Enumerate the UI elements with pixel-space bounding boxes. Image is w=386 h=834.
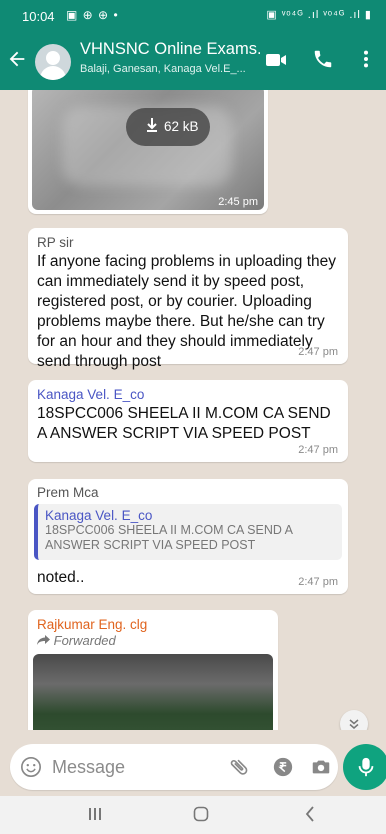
message-bubble[interactable]: Kanaga Vel. E_co 18SPCC006 SHEELA II M.C… [28, 380, 348, 462]
quoted-sender: Kanaga Vel. E_co [45, 508, 153, 523]
forwarded-text: Forwarded [53, 633, 116, 648]
forwarded-image-message[interactable]: Rajkumar Eng. clg Forwarded [28, 610, 278, 730]
reply-message-bubble[interactable]: Prem Mca Kanaga Vel. E_co 18SPCC006 SHEE… [28, 479, 348, 594]
chat-messages[interactable]: 62 kB 2:45 pm RP sir If anyone facing pr… [0, 90, 386, 730]
double-chevron-down-icon[interactable] [340, 710, 368, 730]
emoji-icon[interactable] [20, 756, 42, 778]
notification-icons: ▣ ⊕ ⊕ • [66, 8, 119, 22]
quoted-message[interactable]: Kanaga Vel. E_co 18SPCC006 SHEELA II M.C… [34, 504, 342, 560]
message-time: 2:45 pm [218, 196, 258, 208]
more-vert-icon[interactable] [362, 48, 376, 72]
message-time: 2:47 pm [298, 576, 338, 588]
phone-call-icon[interactable] [312, 48, 338, 72]
message-time: 2:47 pm [298, 346, 338, 358]
message-sender[interactable]: RP sir [37, 235, 339, 250]
message-text: 18SPCC006 SHEELA II M.COM CA SEND A ANSW… [37, 405, 331, 442]
back-nav-icon[interactable] [300, 804, 330, 826]
download-arrow-icon [146, 118, 158, 136]
forwarded-label: Forwarded [37, 633, 269, 648]
chat-header: VHNSNC Online Exams... Balaji, Ganesan, … [0, 32, 386, 90]
chat-title[interactable]: VHNSNC Online Exams... [80, 40, 260, 59]
message-sender[interactable]: Prem Mca [37, 485, 342, 500]
forward-arrow-icon [37, 633, 54, 648]
system-nav-bar [0, 796, 386, 834]
message-composer [10, 744, 338, 790]
message-time: 2:47 pm [298, 444, 338, 456]
message-text: If anyone facing problems in uploading t… [37, 253, 337, 370]
download-button[interactable]: 62 kB [126, 108, 210, 146]
status-bar: 10:04 ▣ ⊕ ⊕ • ▣ ᵛᵒ⁴ᴳ .ıl ᵛᵒ⁴ᴳ .ıl ▮ [0, 0, 386, 32]
message-input[interactable] [52, 754, 202, 780]
quoted-text: 18SPCC006 SHEELA II M.COM CA SEND A ANSW… [45, 523, 293, 552]
message-text: noted.. [37, 569, 85, 586]
download-size: 62 kB [164, 119, 199, 134]
rupee-payment-icon[interactable] [272, 756, 294, 778]
image-message[interactable]: 62 kB 2:45 pm [28, 90, 268, 214]
home-icon[interactable] [191, 804, 221, 826]
status-time: 10:04 [22, 9, 55, 24]
mic-icon[interactable] [343, 744, 386, 790]
recent-apps-icon[interactable] [85, 804, 115, 826]
paperclip-icon[interactable] [228, 756, 250, 778]
chat-members[interactable]: Balaji, Ganesan, Kanaga Vel.E_... [80, 63, 260, 75]
back-arrow-icon[interactable] [6, 48, 28, 72]
signal-battery-icons: ▣ ᵛᵒ⁴ᴳ .ıl ᵛᵒ⁴ᴳ .ıl ▮ [266, 9, 372, 21]
message-sender[interactable]: Kanaga Vel. E_co [37, 387, 339, 402]
group-avatar[interactable] [35, 44, 71, 80]
forwarded-image-preview[interactable] [33, 654, 273, 730]
message-bubble[interactable]: RP sir If anyone facing problems in uplo… [28, 228, 348, 370]
message-sender[interactable]: Rajkumar Eng. clg [37, 617, 269, 632]
video-call-icon[interactable] [264, 48, 290, 72]
camera-icon[interactable] [310, 756, 332, 778]
